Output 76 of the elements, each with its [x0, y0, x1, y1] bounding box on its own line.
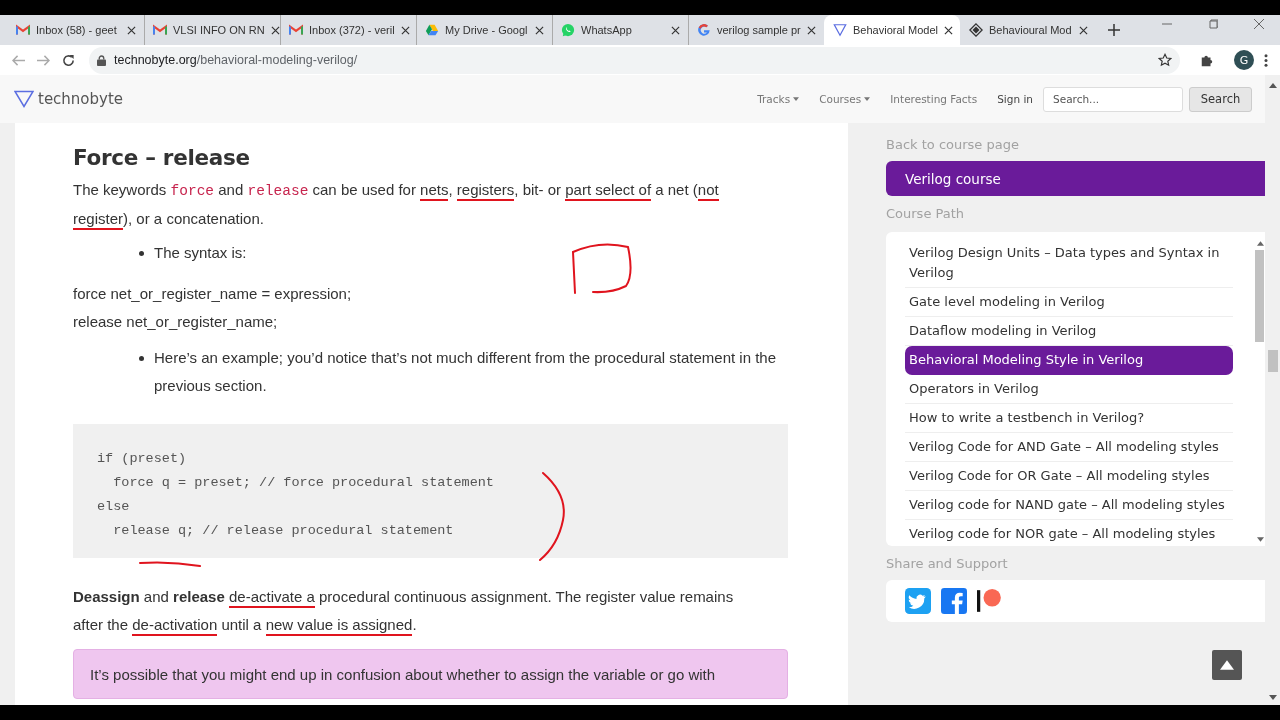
close-icon[interactable] [400, 25, 410, 35]
course-path-item[interactable]: How to write a testbench in Verilog? [905, 404, 1233, 433]
plus-icon[interactable] [1108, 24, 1120, 36]
course-path-item[interactable]: Verilog Design Units – Data types and Syntax in Verilog [905, 239, 1233, 288]
search-field[interactable]: Search... [1043, 86, 1183, 112]
bullet-dot [139, 251, 144, 256]
lock-icon [97, 54, 106, 66]
triangle-logo-icon [14, 90, 34, 108]
gmail-icon [153, 23, 167, 37]
code-line: force q = preset; // force procedural statement [112, 474, 495, 492]
close-icon[interactable] [127, 25, 136, 35]
syntax-line: force net_or_register_name = expression; [73, 284, 353, 304]
site-logo[interactable]: technobyte [38, 90, 124, 108]
scroll-up-icon[interactable] [1256, 241, 1264, 246]
browser-tab[interactable]: Behavioral Model [824, 15, 960, 45]
course-path-item[interactable]: Verilog Code for AND Gate – All modeling styles [905, 433, 1233, 462]
close-icon[interactable] [807, 25, 816, 35]
scroll-down-icon[interactable] [1256, 537, 1264, 542]
scrollbar-thumb[interactable] [1255, 250, 1264, 342]
back-to-top-button[interactable] [1212, 650, 1242, 680]
close-icon[interactable] [944, 25, 953, 35]
section-title: Course Path [886, 206, 966, 221]
course-title-bar[interactable]: Verilog course [886, 161, 1265, 196]
course-path-item[interactable]: Verilog code for NAND gate – All modeling styles [905, 491, 1233, 520]
triangle-icon [833, 23, 847, 37]
reload-icon[interactable] [62, 53, 75, 67]
code-line: else [97, 498, 131, 516]
course-path-item[interactable]: Verilog Code for OR Gate – All modeling styles [905, 462, 1233, 491]
nav-link[interactable]: Courses [819, 93, 871, 105]
underline-stroke [139, 561, 201, 567]
pen-box-drawing [572, 243, 632, 294]
syntax-line: release net_or_register_name; [73, 312, 279, 332]
nav-link[interactable]: Tracks [757, 93, 800, 105]
note-text: It’s possible that you might end up in confusion about whether to assign the variable or go with [90, 666, 716, 683]
paragraph: Deassign and release de-activate a procedural continuous assignment. The register value remains after the de-activation until a new value is assigned. [73, 583, 763, 639]
gmail-icon [16, 23, 30, 37]
star-icon[interactable] [1158, 53, 1172, 67]
course-path-item[interactable]: Behavioral Modeling Style in Verilog [905, 346, 1233, 375]
menu-icon[interactable] [1264, 52, 1268, 68]
google-icon [697, 23, 711, 37]
patreon-mark-icon[interactable] [977, 588, 1003, 614]
browser-tab[interactable]: Inbox (58) - geet [8, 15, 144, 45]
bird-icon[interactable] [905, 588, 931, 614]
close-icon[interactable] [1079, 25, 1088, 35]
chat-bubble-icon [561, 23, 575, 37]
diamond-icon [969, 23, 983, 37]
close-icon[interactable] [671, 25, 680, 35]
bullet-dot [139, 356, 144, 361]
nav-link[interactable]: Sign in [997, 93, 1033, 105]
scroll-down-icon[interactable] [1268, 695, 1277, 700]
search-button[interactable]: Search [1189, 86, 1252, 112]
profile-avatar[interactable]: G [1234, 50, 1254, 70]
course-path-item[interactable]: Operators in Verilog [905, 375, 1233, 404]
puzzle-icon[interactable] [1200, 53, 1214, 67]
course-path-item[interactable]: Verilog code for NOR gate – All modeling styles [905, 520, 1233, 546]
scrollbar-thumb[interactable] [1267, 350, 1278, 372]
scroll-up-icon[interactable] [1268, 83, 1277, 88]
caret-icon [793, 97, 800, 101]
article-heading: Force – release [73, 145, 251, 170]
nav-link[interactable]: Interesting Facts [890, 93, 978, 105]
code-line: if (preset) [97, 450, 188, 468]
code-line: release q; // release procedural statement [112, 522, 455, 540]
restore-icon[interactable] [1208, 19, 1218, 29]
address-bar[interactable]: technobyte.org/behavioral-modeling-verilog/ [89, 46, 1180, 74]
letter-f-icon[interactable] [941, 588, 967, 614]
gmail-icon [289, 23, 303, 37]
close-icon[interactable] [270, 25, 280, 35]
bullet-text: Here’s an example; you’d notice that’s not much different from the procedural statement in the previous section. [154, 348, 778, 396]
caret-icon [864, 97, 871, 101]
bullet-text: The syntax is: [154, 243, 248, 263]
close-icon[interactable] [535, 25, 544, 35]
course-path-item[interactable]: Gate level modeling in Verilog [905, 288, 1233, 317]
drive-icon [425, 23, 439, 37]
browser-tab[interactable]: Behavioural Mod [960, 15, 1096, 45]
section-title: Share and Support [886, 556, 1009, 571]
up-arrow-icon [1220, 660, 1234, 670]
